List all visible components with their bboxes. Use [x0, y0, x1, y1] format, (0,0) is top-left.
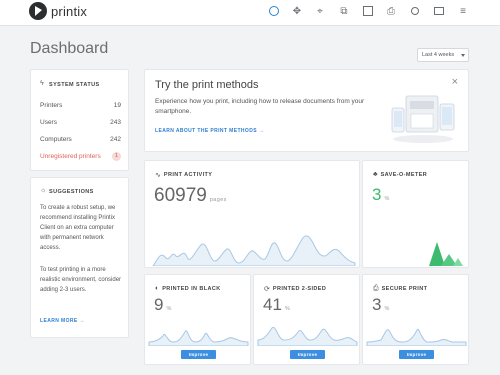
print-activity-unit: pages — [209, 197, 227, 203]
print-devices-illustration — [391, 95, 455, 143]
secure-print-unit: % — [384, 306, 390, 312]
print-activity-card: ∿ Print activity 60979 pages — [144, 160, 360, 268]
chevron-down-icon — [461, 54, 465, 57]
status-row-value: 242 — [110, 136, 121, 143]
status-row-users[interactable]: Users 243 — [40, 119, 121, 126]
leaf-icon: ♣ — [373, 171, 378, 178]
printed-in-black-number: 9 — [154, 295, 164, 314]
print-activity-number: 60979 — [154, 185, 207, 206]
printed-in-black-card: ◐ Printed in black 9% Improve — [144, 274, 251, 365]
half-circle-icon: ◐ — [155, 285, 160, 292]
save-o-meter-heading: Save-o-meter — [380, 171, 428, 178]
printed-in-black-sparkline — [148, 330, 249, 346]
learn-about-print-methods-link[interactable]: Learn about the print methods → — [155, 128, 264, 134]
printed-2-sided-value: 41% — [263, 295, 290, 315]
status-row-value: 243 — [110, 119, 121, 126]
system-status-heading: System status — [49, 82, 100, 88]
dashboard-icon[interactable] — [267, 4, 281, 18]
printed-2-sided-card: ⟳ Printed 2-sided 41% Improve — [253, 274, 360, 365]
hierarchy-icon[interactable]: ⧉ — [337, 4, 351, 18]
secure-printer-icon: ⎙ — [373, 285, 379, 292]
save-o-meter-card: ♣ Save-o-meter 3% — [362, 160, 469, 268]
printed-in-black-value: 9% — [154, 295, 172, 315]
lightbulb-icon: ☼ — [40, 187, 47, 194]
printer-icon[interactable]: ⎙ — [384, 4, 398, 18]
save-o-meter-number: 3 — [372, 185, 382, 204]
duplex-icon: ⟳ — [264, 286, 270, 293]
suggestion-text: To create a robust setup, we recommend i… — [40, 205, 116, 251]
status-row-printers[interactable]: Printers 19 — [40, 102, 121, 109]
printed-2-sided-unit: % — [284, 306, 291, 312]
period-select[interactable]: Last 4 weeks — [417, 48, 469, 62]
computer-icon[interactable] — [432, 4, 446, 18]
activity-icon: ∿ — [155, 172, 161, 179]
system-status-card: ϟ System status Printers 19 Users 243 Co… — [30, 69, 129, 171]
status-row-computers[interactable]: Computers 242 — [40, 136, 121, 143]
printed-in-black-unit: % — [166, 306, 172, 312]
suggestions-heading: Suggestions — [49, 189, 94, 195]
try-print-methods-text: Experience how you print, including how … — [155, 98, 365, 115]
printix-logo-icon[interactable] — [29, 2, 47, 20]
status-row-label: Computers — [40, 136, 72, 143]
secure-print-value: 3% — [372, 295, 390, 315]
arrow-right-icon: → — [258, 128, 265, 134]
save-o-meter-trees-chart — [429, 242, 463, 266]
status-row-unregistered-printers[interactable]: Unregistered printers 1 — [40, 152, 121, 161]
improve-button[interactable]: Improve — [181, 350, 216, 359]
secure-print-heading: Secure print — [381, 286, 428, 292]
secure-print-sparkline — [366, 328, 467, 346]
try-print-methods-title: Try the print methods — [155, 79, 259, 91]
printed-in-black-heading: Printed in black — [162, 285, 221, 292]
page-title: Dashboard — [30, 40, 109, 57]
try-print-methods-card: Try the print methods × Experience how y… — [144, 69, 469, 152]
network-icon[interactable]: ✥ — [290, 4, 304, 18]
save-o-meter-unit: % — [384, 196, 390, 202]
warning-count-badge: 1 — [112, 152, 121, 161]
save-o-meter-value: 3% — [372, 185, 390, 205]
learn-more-link[interactable]: Learn more → — [40, 318, 85, 324]
top-navigation-bar: printix ✥ ⌖ ⧉ ⎙ ≡ — [0, 0, 500, 26]
learn-more-label: Learn more — [40, 318, 78, 324]
status-row-label: Unregistered printers — [40, 153, 101, 160]
status-row-label: Printers — [40, 102, 63, 109]
status-row-label: Users — [40, 119, 57, 126]
printed-2-sided-sparkline — [257, 326, 358, 346]
secure-print-number: 3 — [372, 295, 382, 314]
improve-button[interactable]: Improve — [290, 350, 325, 359]
status-row-value: 19 — [113, 102, 121, 109]
user-icon[interactable] — [408, 4, 422, 18]
print-activity-heading: Print activity — [163, 172, 213, 178]
print-activity-value: 60979 pages — [154, 185, 227, 207]
improve-button[interactable]: Improve — [399, 350, 434, 359]
printed-2-sided-number: 41 — [263, 295, 282, 314]
suggestion-text: To test printing in a more realistic env… — [40, 267, 122, 293]
period-select-value: Last 4 weeks — [422, 52, 455, 58]
menu-icon[interactable]: ≡ — [456, 4, 470, 18]
arrow-right-icon: → — [79, 318, 85, 324]
suggestions-card: ☼ Suggestions To create a robust setup, … — [30, 177, 129, 338]
documents-icon[interactable] — [361, 4, 375, 18]
location-icon[interactable]: ⌖ — [313, 4, 327, 18]
brand-name: printix — [51, 4, 88, 19]
secure-print-card: ⎙ Secure print 3% Improve — [362, 274, 469, 365]
learn-about-print-methods-label: Learn about the print methods — [155, 128, 257, 134]
print-activity-sparkline — [152, 235, 356, 266]
printed-2-sided-heading: Printed 2-sided — [272, 286, 327, 292]
